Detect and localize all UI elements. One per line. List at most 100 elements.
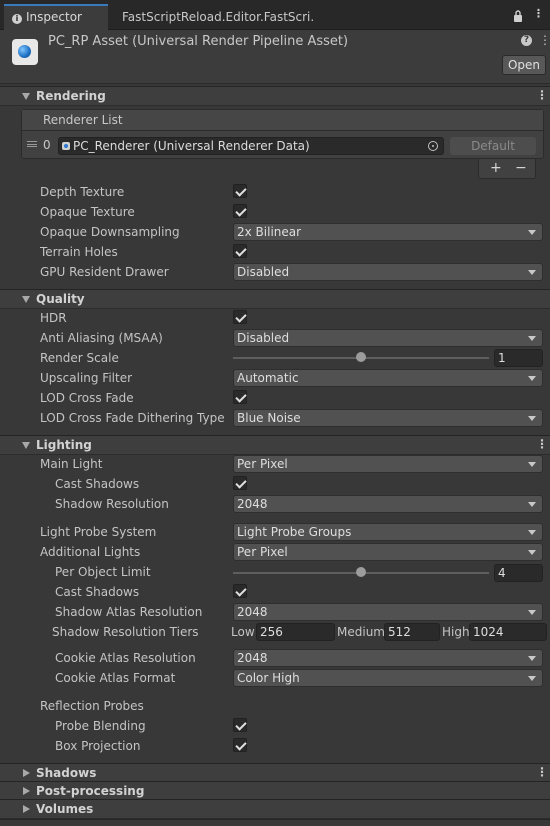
inspector-header: PC_RP Asset (Universal Render Pipeline A… [0, 30, 550, 84]
opaque-downsampling-dropdown[interactable]: 2x Bilinear [233, 223, 543, 241]
tier-low-input[interactable]: 256 [256, 623, 335, 641]
lod-dithering-label: LOD Cross Fade Dithering Type [40, 411, 225, 425]
asset-title: PC_RP Asset (Universal Render Pipeline A… [48, 34, 349, 49]
additional-cast-shadows-checkbox[interactable] [233, 584, 247, 598]
upscaling-filter-label: Upscaling Filter [40, 371, 133, 385]
object-picker-icon[interactable] [428, 141, 438, 151]
box-projection-label: Box Projection [55, 739, 141, 753]
lock-icon[interactable] [513, 10, 523, 25]
upscaling-filter-dropdown[interactable]: Automatic [233, 369, 543, 387]
cookie-atlas-format-dropdown[interactable]: Color High [233, 669, 543, 687]
terrain-holes-label: Terrain Holes [40, 245, 118, 259]
settings-menu-icon[interactable]: ⋮ [539, 33, 550, 47]
msaa-dropdown[interactable]: Disabled [233, 329, 543, 347]
section-lighting[interactable]: Lighting ⋮ [0, 435, 550, 455]
msaa-label: Anti Aliasing (MSAA) [40, 331, 163, 345]
renderer-list: Renderer List 0 PC_Renderer (Universal R… [21, 109, 544, 159]
section-shadows[interactable]: Shadows ⋮ [0, 763, 550, 783]
foldout-collapsed-icon [23, 787, 30, 795]
per-object-limit-label: Per Object Limit [55, 565, 151, 579]
cookie-atlas-resolution-label: Cookie Atlas Resolution [55, 651, 196, 665]
tab-inspector[interactable]: i Inspector [4, 4, 108, 30]
opaque-texture-label: Opaque Texture [40, 205, 135, 219]
light-probe-system-label: Light Probe System [40, 525, 157, 539]
tier-low-label: Low [231, 625, 255, 639]
section-post-processing[interactable]: Post-processing [0, 781, 550, 801]
section-menu-icon[interactable]: ⋮ [536, 765, 548, 779]
main-light-label: Main Light [40, 457, 103, 471]
additional-cast-shadows-label: Cast Shadows [55, 585, 140, 599]
section-rendering[interactable]: Rendering ⋮ [0, 86, 550, 106]
add-icon[interactable]: + [490, 160, 502, 176]
cookie-atlas-resolution-dropdown[interactable]: 2048 [233, 649, 543, 667]
tier-medium-input[interactable]: 512 [384, 623, 440, 641]
hdr-label: HDR [40, 311, 67, 325]
main-cast-shadows-checkbox[interactable] [233, 476, 247, 490]
tier-high-label: High [442, 625, 470, 639]
asset-icon [12, 39, 38, 65]
tab-inspector-label: Inspector [26, 10, 82, 24]
per-object-limit-slider-handle[interactable] [356, 567, 366, 577]
render-scale-label: Render Scale [40, 351, 119, 365]
info-icon: i [12, 14, 22, 24]
opaque-texture-checkbox[interactable] [233, 204, 247, 218]
open-button[interactable]: Open [502, 55, 546, 75]
help-icon[interactable]: ? [521, 35, 532, 46]
lod-cross-fade-label: LOD Cross Fade [40, 391, 134, 405]
opaque-downsampling-label: Opaque Downsampling [40, 225, 180, 239]
section-rendering-title: Rendering [36, 89, 106, 103]
shadow-resolution-tiers-label: Shadow Resolution Tiers [52, 625, 199, 639]
tab-fastscriptreload[interactable]: FastScriptReload.Editor.FastScri. [114, 4, 322, 30]
renderer-object-value: PC_Renderer (Universal Renderer Data) [73, 139, 310, 153]
terrain-holes-checkbox[interactable] [233, 244, 247, 258]
section-quality[interactable]: Quality [0, 289, 550, 309]
per-object-limit-input[interactable]: 4 [494, 564, 543, 582]
render-scale-input[interactable]: 1 [494, 349, 543, 367]
box-projection-checkbox[interactable] [233, 738, 247, 752]
foldout-expanded-icon [22, 296, 30, 303]
main-light-dropdown[interactable]: Per Pixel [233, 455, 543, 473]
additional-lights-label: Additional Lights [40, 545, 141, 559]
foldout-expanded-icon [22, 93, 30, 100]
reflection-probes-label: Reflection Probes [40, 699, 144, 713]
drag-handle-icon[interactable] [27, 141, 37, 147]
tab-fastscriptreload-label: FastScriptReload.Editor.FastScri. [122, 10, 315, 24]
section-lighting-title: Lighting [36, 438, 92, 452]
tier-high-input[interactable]: 1024 [469, 623, 547, 641]
section-menu-icon[interactable]: ⋮ [536, 88, 548, 102]
gpu-resident-drawer-dropdown[interactable]: Disabled [233, 263, 543, 281]
renderer-object-field[interactable]: PC_Renderer (Universal Renderer Data) [58, 137, 444, 155]
cookie-atlas-format-label: Cookie Atlas Format [55, 671, 176, 685]
main-cast-shadows-label: Cast Shadows [55, 477, 140, 491]
foldout-collapsed-icon [23, 769, 30, 777]
renderer-index: 0 [43, 138, 51, 152]
renderer-data-icon [62, 142, 70, 150]
shadow-atlas-resolution-label: Shadow Atlas Resolution [55, 605, 203, 619]
list-add-remove: + − [478, 159, 536, 179]
probe-blending-label: Probe Blending [55, 719, 146, 733]
shadow-resolution-label: Shadow Resolution [55, 497, 169, 511]
lod-dithering-dropdown[interactable]: Blue Noise [233, 409, 543, 427]
section-volumes[interactable]: Volumes [0, 799, 550, 819]
additional-lights-dropdown[interactable]: Per Pixel [233, 543, 543, 561]
probe-blending-checkbox[interactable] [233, 718, 247, 732]
more-options-icon[interactable]: ⋮ [533, 7, 544, 20]
light-probe-system-dropdown[interactable]: Light Probe Groups [233, 523, 543, 541]
lod-cross-fade-checkbox[interactable] [233, 390, 247, 404]
depth-texture-label: Depth Texture [40, 185, 125, 199]
render-scale-slider-handle[interactable] [356, 352, 366, 362]
shadow-resolution-dropdown[interactable]: 2048 [233, 495, 543, 513]
section-quality-title: Quality [36, 292, 85, 306]
tier-medium-label: Medium [337, 625, 385, 639]
bottom-divider [0, 819, 550, 820]
foldout-collapsed-icon [23, 805, 30, 813]
section-menu-icon[interactable]: ⋮ [536, 437, 548, 451]
section-shadows-title: Shadows [36, 766, 97, 780]
shadow-atlas-resolution-dropdown[interactable]: 2048 [233, 603, 543, 621]
gpu-resident-drawer-label: GPU Resident Drawer [40, 265, 169, 279]
renderer-list-header: Renderer List [22, 110, 543, 131]
default-button[interactable]: Default [450, 137, 536, 155]
hdr-checkbox[interactable] [233, 310, 247, 324]
remove-icon[interactable]: − [515, 160, 527, 176]
depth-texture-checkbox[interactable] [233, 184, 247, 198]
